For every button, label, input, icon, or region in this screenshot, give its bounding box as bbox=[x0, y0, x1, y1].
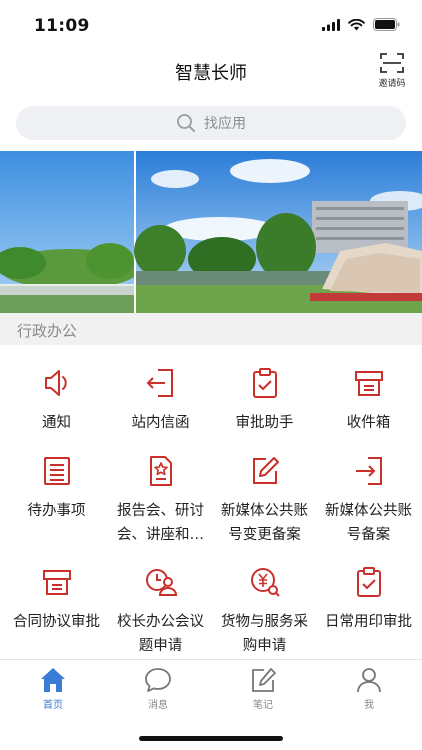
home-icon bbox=[41, 668, 65, 692]
battery-icon bbox=[373, 18, 400, 31]
app-label: 新媒体公共账 号备案 bbox=[325, 503, 412, 543]
user-icon bbox=[357, 668, 381, 693]
wifi-icon bbox=[348, 18, 365, 30]
app-title: 智慧长师 bbox=[175, 63, 247, 84]
signal-icon bbox=[322, 18, 340, 31]
app-label: 货物与服务采 购申请 bbox=[221, 614, 308, 654]
tab-label: 笔记 bbox=[253, 700, 273, 711]
app-approval-assistant[interactable]: 审批助手 bbox=[212, 366, 317, 435]
app-internal-mail[interactable]: 站内信函 bbox=[108, 366, 213, 435]
app-report-seminar[interactable]: 报告会、研讨 会、讲座和… bbox=[108, 454, 213, 547]
app-label: 日常用印审批 bbox=[325, 614, 412, 630]
tab-home[interactable]: 首页 bbox=[23, 666, 83, 711]
header: 智慧长师 邀请码 bbox=[0, 48, 422, 96]
invite-code-button[interactable]: 邀请码 bbox=[376, 52, 408, 89]
document-star-icon bbox=[149, 456, 172, 486]
clipboard-check-icon bbox=[252, 368, 277, 398]
app-media-account-change[interactable]: 新媒体公共账 号变更备案 bbox=[212, 454, 317, 547]
sign-in-icon bbox=[355, 457, 382, 485]
search-icon bbox=[177, 114, 195, 132]
tab-label: 首页 bbox=[43, 700, 63, 711]
status-icons bbox=[322, 18, 400, 31]
app-label: 新媒体公共账 号变更备案 bbox=[221, 503, 308, 543]
app-media-account-record[interactable]: 新媒体公共账 号备案 bbox=[316, 454, 421, 547]
clipboard-check-icon bbox=[356, 567, 381, 597]
app-label: 报告会、研讨 会、讲座和… bbox=[117, 503, 204, 543]
printer-tray-icon bbox=[354, 371, 383, 396]
campus-photo bbox=[0, 151, 422, 313]
app-label: 站内信函 bbox=[131, 415, 190, 431]
app-label: 通知 bbox=[42, 415, 71, 431]
tab-label: 我 bbox=[364, 700, 374, 711]
section-title: 行政办公 bbox=[17, 322, 78, 340]
status-time: 11:09 bbox=[34, 16, 90, 36]
status-bar: 11:09 bbox=[0, 0, 422, 48]
app-procurement[interactable]: 货物与服务采 购申请 bbox=[212, 565, 317, 658]
tab-label: 消息 bbox=[148, 700, 168, 711]
app-label: 校长办公会议 题申请 bbox=[117, 614, 204, 654]
section-header: 行政办公 bbox=[0, 313, 422, 345]
chat-icon bbox=[145, 668, 171, 692]
app-label: 合同协议审批 bbox=[13, 614, 100, 630]
search-placeholder: 找应用 bbox=[204, 116, 246, 132]
scan-icon bbox=[380, 53, 404, 73]
app-president-meeting[interactable]: 校长办公会议 题申请 bbox=[108, 565, 213, 658]
app-notice[interactable]: 通知 bbox=[4, 366, 109, 435]
tab-messages[interactable]: 消息 bbox=[128, 666, 188, 711]
app-label: 待办事项 bbox=[27, 503, 86, 519]
list-icon bbox=[43, 457, 70, 485]
speaker-icon bbox=[44, 370, 67, 396]
printer-icon bbox=[42, 570, 71, 595]
app-contract-approval[interactable]: 合同协议审批 bbox=[4, 565, 109, 634]
note-icon bbox=[252, 668, 276, 692]
search-input[interactable]: 找应用 bbox=[16, 106, 406, 140]
yen-search-icon bbox=[250, 568, 280, 597]
app-todo[interactable]: 待办事项 bbox=[4, 454, 109, 523]
campus-banner[interactable] bbox=[0, 151, 422, 313]
user-clock-icon bbox=[145, 569, 177, 596]
tab-notes[interactable]: 笔记 bbox=[233, 666, 293, 711]
app-label: 收件箱 bbox=[346, 415, 391, 431]
app-seal-approval[interactable]: 日常用印审批 bbox=[316, 565, 421, 634]
inbox-arrow-icon bbox=[146, 369, 173, 397]
edit-icon bbox=[252, 457, 279, 484]
app-inbox[interactable]: 收件箱 bbox=[316, 366, 421, 435]
app-label: 审批助手 bbox=[235, 415, 294, 431]
invite-code-label: 邀请码 bbox=[378, 79, 406, 89]
home-indicator bbox=[139, 736, 283, 741]
tab-me[interactable]: 我 bbox=[339, 666, 399, 711]
